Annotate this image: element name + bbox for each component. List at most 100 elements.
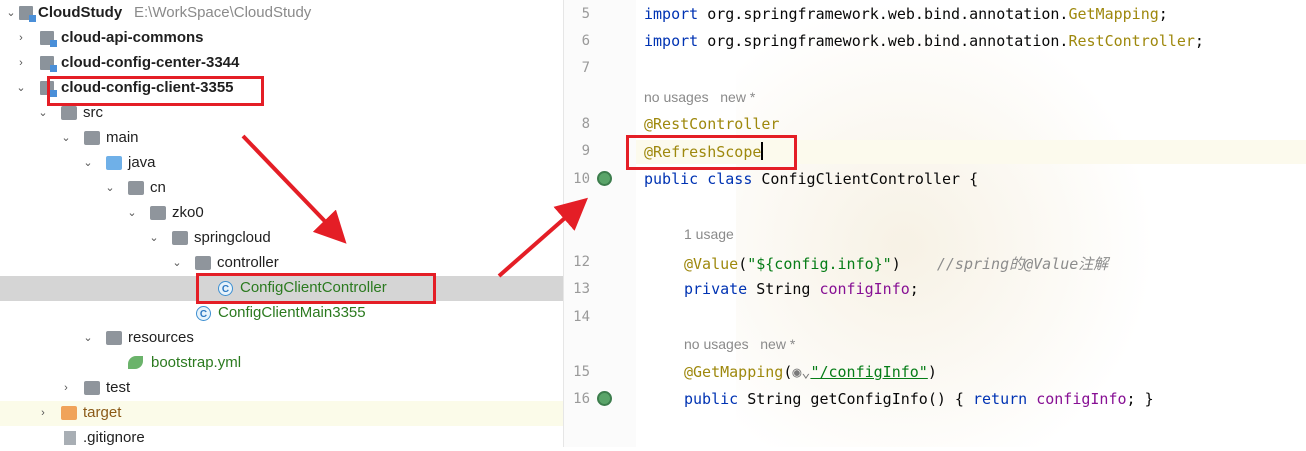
annotation: @Value xyxy=(684,255,739,273)
highlight-box-annotation xyxy=(626,135,797,170)
package-icon xyxy=(195,256,211,270)
code-line-8: @RestController xyxy=(644,115,779,133)
package-icon xyxy=(128,181,144,195)
field-name: configInfo xyxy=(819,280,910,298)
module-icon xyxy=(19,6,36,22)
semicolon: ; xyxy=(909,280,919,298)
line-number: 8 xyxy=(581,116,590,132)
chevron-down-icon[interactable]: ⌄ xyxy=(15,82,27,94)
java-class-icon: C xyxy=(196,306,211,321)
type: String xyxy=(747,280,820,298)
package-icon xyxy=(172,231,188,245)
tree-item-bootstrap[interactable]: bootstrap.yml xyxy=(0,351,563,376)
usage-hint[interactable]: 1 usage xyxy=(684,226,734,242)
annotation: @RestController xyxy=(644,115,780,133)
chevron-down-icon[interactable]: ⌄ xyxy=(60,132,72,144)
line-number: 15 xyxy=(573,364,590,380)
chevron-right-icon[interactable]: › xyxy=(15,57,27,69)
line-number: 14 xyxy=(573,309,590,325)
paren: ) xyxy=(891,255,937,273)
chevron-right-icon[interactable]: › xyxy=(60,382,72,394)
code-editor[interactable]: import org.springframework.web.bind.anno… xyxy=(636,0,1306,447)
highlight-box-class xyxy=(196,273,436,304)
chevron-down-icon[interactable]: ⌄ xyxy=(126,207,138,219)
chevron-down-icon[interactable]: ⌄ xyxy=(37,107,49,119)
code-line-13: private String configInfo; xyxy=(684,280,919,298)
tree-item-module-1[interactable]: › cloud-api-commons xyxy=(0,26,563,51)
chevron-down-icon[interactable]: ⌄ xyxy=(148,232,160,244)
line-number: 9 xyxy=(581,143,590,159)
package-label: controller xyxy=(217,254,279,271)
chevron-right-icon[interactable]: › xyxy=(15,32,27,44)
semicolon: ; xyxy=(1194,32,1204,50)
tree-item-test[interactable]: › test xyxy=(0,376,563,401)
module-label: cloud-api-commons xyxy=(61,29,204,46)
usage-hint[interactable]: no usages new * xyxy=(684,336,795,352)
paren: ) xyxy=(927,363,937,381)
file-label: .gitignore xyxy=(83,429,145,446)
spring-bean-gutter-icon[interactable] xyxy=(597,171,612,186)
folder-label: src xyxy=(83,104,103,121)
line-number: 12 xyxy=(573,254,590,270)
line-number: 5 xyxy=(581,6,590,22)
module-label: cloud-config-center-3344 xyxy=(61,54,240,71)
line-number: 10 xyxy=(573,171,590,187)
code-line-16: public String getConfigInfo() { return c… xyxy=(684,390,1154,408)
highlight-box-module xyxy=(47,76,264,106)
project-tree: ⌄ CloudStudy E:\WorkSpace\CloudStudy › c… xyxy=(0,0,563,447)
tree-item-zko0[interactable]: ⌄ zko0 xyxy=(0,201,563,226)
usage-hint[interactable]: no usages new * xyxy=(644,89,755,105)
tree-item-springcloud[interactable]: ⌄ springcloud xyxy=(0,226,563,251)
keyword: public xyxy=(684,390,739,408)
chevron-down-icon[interactable]: ⌄ xyxy=(5,7,17,19)
excluded-folder-icon xyxy=(61,406,77,420)
chevron-down-icon[interactable]: ⌄ xyxy=(104,182,116,194)
package-path: org.springframework.web.bind.annotation. xyxy=(698,5,1069,23)
web-icon[interactable]: ◉⌄ xyxy=(792,363,810,381)
package-icon xyxy=(150,206,166,220)
package-path: org.springframework.web.bind.annotation. xyxy=(698,32,1069,50)
field-name: configInfo xyxy=(1036,390,1127,408)
folder-icon xyxy=(84,131,100,145)
method-signature: String getConfigInfo() { xyxy=(738,390,973,408)
folder-label: target xyxy=(83,404,122,421)
package-label: cn xyxy=(150,179,166,196)
code-line-6: import org.springframework.web.bind.anno… xyxy=(644,32,1204,50)
tree-item-target[interactable]: › target xyxy=(0,401,563,426)
paren: ( xyxy=(738,255,748,273)
chevron-down-icon[interactable]: ⌄ xyxy=(82,332,94,344)
spring-mapping-gutter-icon[interactable] xyxy=(597,391,612,406)
tree-item-resources[interactable]: ⌄ resources xyxy=(0,326,563,351)
tree-item-config-client-main[interactable]: C ConfigClientMain3355 xyxy=(0,301,563,326)
resources-folder-icon xyxy=(106,331,122,345)
root-path: E:\WorkSpace\CloudStudy xyxy=(134,4,312,21)
file-icon xyxy=(64,431,76,445)
tree-item-java[interactable]: ⌄ java xyxy=(0,151,563,176)
package-label: springcloud xyxy=(194,229,271,246)
tree-item-gitignore[interactable]: .gitignore xyxy=(0,426,563,451)
folder-label: main xyxy=(106,129,139,146)
code-line-15: @GetMapping(◉⌄"/configInfo") xyxy=(684,363,937,381)
keyword: import xyxy=(644,32,699,50)
tree-item-cn[interactable]: ⌄ cn xyxy=(0,176,563,201)
root-name: CloudStudy xyxy=(38,4,123,21)
file-label: bootstrap.yml xyxy=(151,354,242,371)
tree-item-module-2[interactable]: › cloud-config-center-3344 xyxy=(0,51,563,76)
tree-item-main[interactable]: ⌄ main xyxy=(0,126,563,151)
keyword: public class xyxy=(644,170,753,188)
chevron-right-icon[interactable]: › xyxy=(37,407,49,419)
folder-icon xyxy=(61,106,77,120)
folder-icon xyxy=(84,381,100,395)
keyword: import xyxy=(644,5,699,23)
chevron-down-icon[interactable]: ⌄ xyxy=(171,257,183,269)
method-end: ; } xyxy=(1126,390,1154,408)
line-number: 16 xyxy=(573,391,590,407)
imported-class: RestController xyxy=(1068,32,1195,50)
tree-item-root[interactable]: ⌄ CloudStudy E:\WorkSpace\CloudStudy xyxy=(0,1,563,26)
chevron-down-icon[interactable]: ⌄ xyxy=(82,157,94,169)
class-declaration: ConfigClientController { xyxy=(752,170,979,188)
source-folder-icon xyxy=(106,156,122,170)
folder-label: test xyxy=(106,379,131,396)
comment: //spring的@Value注解 xyxy=(936,255,1109,273)
